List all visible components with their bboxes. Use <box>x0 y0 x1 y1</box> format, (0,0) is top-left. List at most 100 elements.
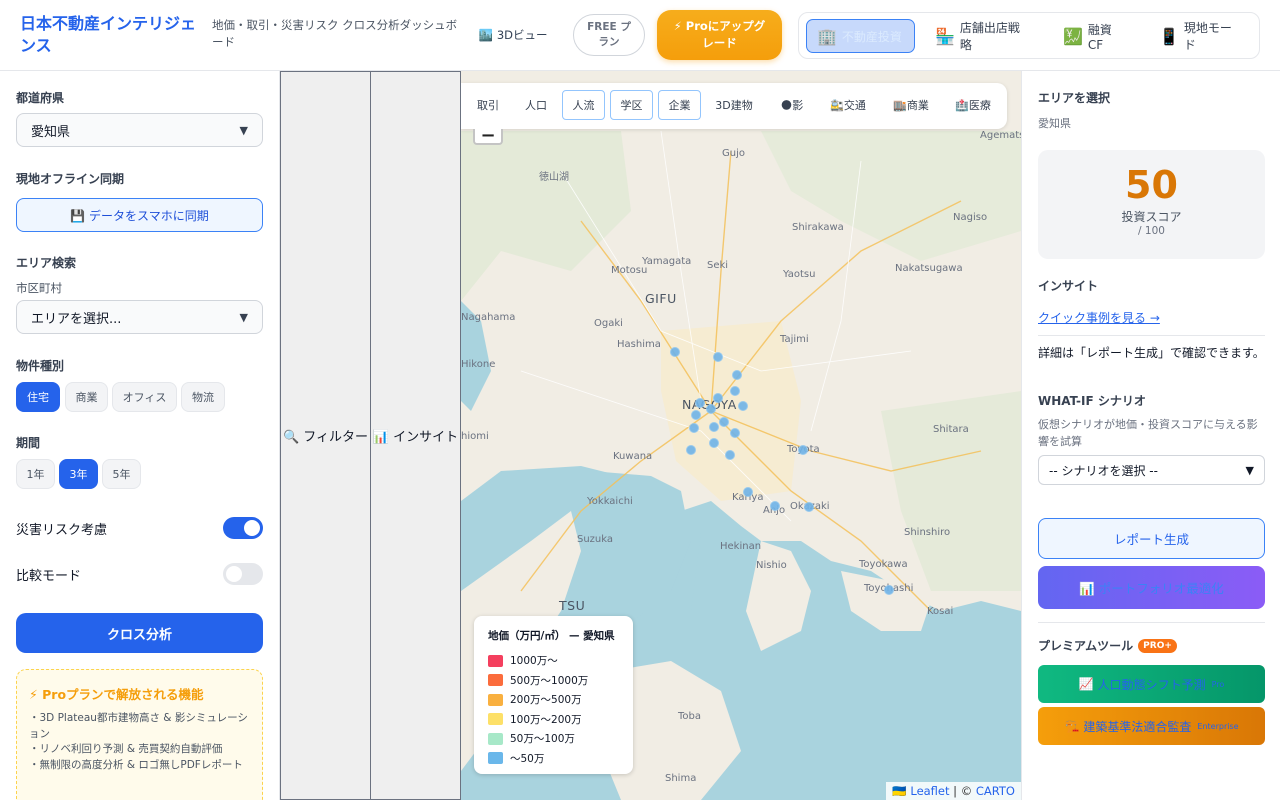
map-marker[interactable] <box>738 401 748 411</box>
period-chip-3y[interactable]: 3年 <box>59 459 98 489</box>
cross-analysis-button[interactable]: クロス分析 <box>16 613 263 653</box>
map-place-label: Gujo <box>722 148 745 159</box>
quick-cases-link[interactable]: クイック事例を見る → <box>1038 309 1160 326</box>
legend-row: 500万〜1000万 <box>488 671 619 691</box>
mode-tab-loan[interactable]: 💹 融資CF <box>1053 19 1133 53</box>
map-view[interactable]: Gujo Agemats 徳山湖 Nagiso Shirakawa Yamaga… <box>461 71 1021 800</box>
map-marker[interactable] <box>730 428 740 438</box>
view-3d-button[interactable]: 🏙️ 3Dビュー <box>470 22 556 48</box>
mode-switcher: 🏢 不動産投資 🏪 店舗出店戦略 💹 融資CF 📱 現地モード <box>798 12 1260 59</box>
mode-tab-field[interactable]: 📱 現地モード <box>1149 19 1249 53</box>
property-chip-office[interactable]: オフィス <box>112 382 177 412</box>
legend-title: 地価（万円/㎡） — 愛知県 <box>488 630 615 642</box>
premium-tools-label: プレミアムツール PRO+ <box>1038 637 1177 654</box>
layer-tab-commercial[interactable]: 🏬商業 <box>886 90 936 120</box>
mode-tab-store[interactable]: 🏪 店舗出店戦略 <box>925 19 1037 53</box>
legend-swatch <box>488 732 503 745</box>
map-place-label: Shima <box>665 773 697 784</box>
layer-tab-companies[interactable]: 企業 <box>658 90 701 120</box>
map-marker[interactable] <box>713 393 723 403</box>
map-place-label: Hikone <box>461 359 496 370</box>
filter-panel-toggle[interactable]: 🔍 フィルター <box>280 71 371 800</box>
map-marker[interactable] <box>732 370 742 380</box>
map-place-label: Hekinan <box>720 541 762 552</box>
map-place-label: Nakatsugawa <box>895 263 963 274</box>
period-chip-5y[interactable]: 5年 <box>102 459 141 489</box>
scenario-select[interactable]: -- シナリオを選択 -- ▼ <box>1038 455 1265 485</box>
insight-panel-toggle[interactable]: 📊 インサイト <box>370 71 461 800</box>
layer-tab-population[interactable]: 人口 <box>519 90 553 120</box>
legend-swatch <box>488 693 503 706</box>
prefecture-select[interactable]: 愛知県 ▼ <box>16 113 263 147</box>
compare-mode-toggle[interactable] <box>223 563 263 585</box>
pro-features-box: ⚡ Proプランで解放される機能 ・3D Plateau都市建物高さ & 影シミ… <box>16 669 263 800</box>
map-marker[interactable] <box>709 438 719 448</box>
map-marker[interactable] <box>706 404 716 414</box>
map-marker[interactable] <box>691 410 701 420</box>
pro-features-title: ⚡ Proプランで解放される機能 <box>29 687 204 702</box>
insight-label: インサイト <box>1038 279 1099 293</box>
attribution-separator: | © <box>949 784 976 798</box>
map-marker[interactable] <box>713 352 723 362</box>
pro-upgrade-button[interactable]: ⚡ Proにアップグレード <box>657 10 782 60</box>
prefecture-label: 都道府県 <box>16 91 65 105</box>
map-place-label: Hashima <box>617 339 661 350</box>
map-marker[interactable] <box>798 445 808 455</box>
city-select[interactable]: エリアを選択... ▼ <box>16 300 263 334</box>
mode-tab-label: 店舗出店戦略 <box>959 21 1020 52</box>
view-3d-label: 3Dビュー <box>496 28 548 42</box>
period-chip-1y[interactable]: 1年 <box>16 459 55 489</box>
premium-tool-tier: Pro <box>1211 679 1225 689</box>
map-place-label: Toba <box>678 711 702 722</box>
map-marker[interactable] <box>743 487 753 497</box>
layer-tab-3d-buildings[interactable]: 3D建物 <box>711 90 757 120</box>
layer-tab-medical[interactable]: 🏥医療 <box>948 90 998 120</box>
right-sidebar: エリアを選択 愛知県 50 投資スコア / 100 インサイト クイック事例を見… <box>1021 71 1280 800</box>
property-chip-commercial[interactable]: 商業 <box>65 382 108 412</box>
detail-note: 詳細は「レポート生成」で確認できます。 <box>1038 346 1265 360</box>
zoom-out-button[interactable]: − <box>473 127 503 145</box>
map-marker[interactable] <box>770 501 780 511</box>
map-place-label: Shinshiro <box>904 527 951 538</box>
area-select-label: エリアを選択 <box>1038 91 1111 105</box>
layer-tab-transit[interactable]: 🚉交通 <box>823 90 873 120</box>
compare-mode-label: 比較モード <box>16 569 82 584</box>
map-marker[interactable] <box>709 422 719 432</box>
city-label: 市区町村 <box>16 281 62 295</box>
map-marker[interactable] <box>804 502 814 512</box>
brand-title[interactable]: 日本不動産インテリジェンス <box>20 13 204 57</box>
header-subtitle: 地価・取引・災害リスク クロス分析ダッシュボード <box>212 18 458 49</box>
map-marker[interactable] <box>689 423 699 433</box>
pro-feature-item: ・無制限の高度分析 & ロゴ無しPDFレポート <box>29 758 243 771</box>
portfolio-optimize-button[interactable]: 📊 ポートフォリオ最適化 <box>1038 566 1265 609</box>
layer-tab-school-district[interactable]: 学区 <box>610 90 653 120</box>
whatif-label: WHAT-IF シナリオ <box>1038 394 1146 408</box>
ukraine-flag-icon: 🇺🇦 <box>892 784 907 798</box>
map-marker[interactable] <box>686 445 696 455</box>
disaster-risk-toggle[interactable] <box>223 517 263 539</box>
map-marker[interactable] <box>725 450 735 460</box>
map-marker[interactable] <box>695 398 705 408</box>
legend-row: 200万〜500万 <box>488 690 619 710</box>
mode-tab-investment[interactable]: 🏢 不動産投資 <box>806 19 915 53</box>
left-sidebar: 都道府県 愛知県 ▼ 現地オフライン同期 💾 データをスマホに同期 エリア検索 … <box>0 71 280 800</box>
property-chip-logistics[interactable]: 物流 <box>181 382 225 412</box>
map-marker[interactable] <box>719 417 729 427</box>
layer-tab-transactions[interactable]: 取引 <box>471 90 505 120</box>
layer-tab-shadow[interactable]: 🌑影 <box>772 90 812 120</box>
map-marker[interactable] <box>730 386 740 396</box>
generate-report-button[interactable]: レポート生成 <box>1038 518 1265 559</box>
sync-button[interactable]: 💾 データをスマホに同期 <box>16 198 263 232</box>
map-place-label: Motosu <box>611 265 648 276</box>
legend-label: 〜50万 <box>510 752 545 765</box>
layer-tab-people-flow[interactable]: 人流 <box>562 90 605 120</box>
property-chip-residential[interactable]: 住宅 <box>16 382 60 412</box>
legend-label: 50万〜100万 <box>510 733 575 746</box>
map-marker[interactable] <box>884 585 894 595</box>
population-forecast-button[interactable]: 📈 人口動態シフト予測 Pro <box>1038 665 1265 703</box>
map-marker[interactable] <box>670 347 680 357</box>
leaflet-link[interactable]: Leaflet <box>910 784 949 798</box>
carto-link[interactable]: CARTO <box>976 784 1015 798</box>
building-code-audit-button[interactable]: 🏗️ 建築基準法適合監査 Enterprise <box>1038 707 1265 745</box>
free-plan-badge[interactable]: FREE プラン <box>573 14 645 56</box>
